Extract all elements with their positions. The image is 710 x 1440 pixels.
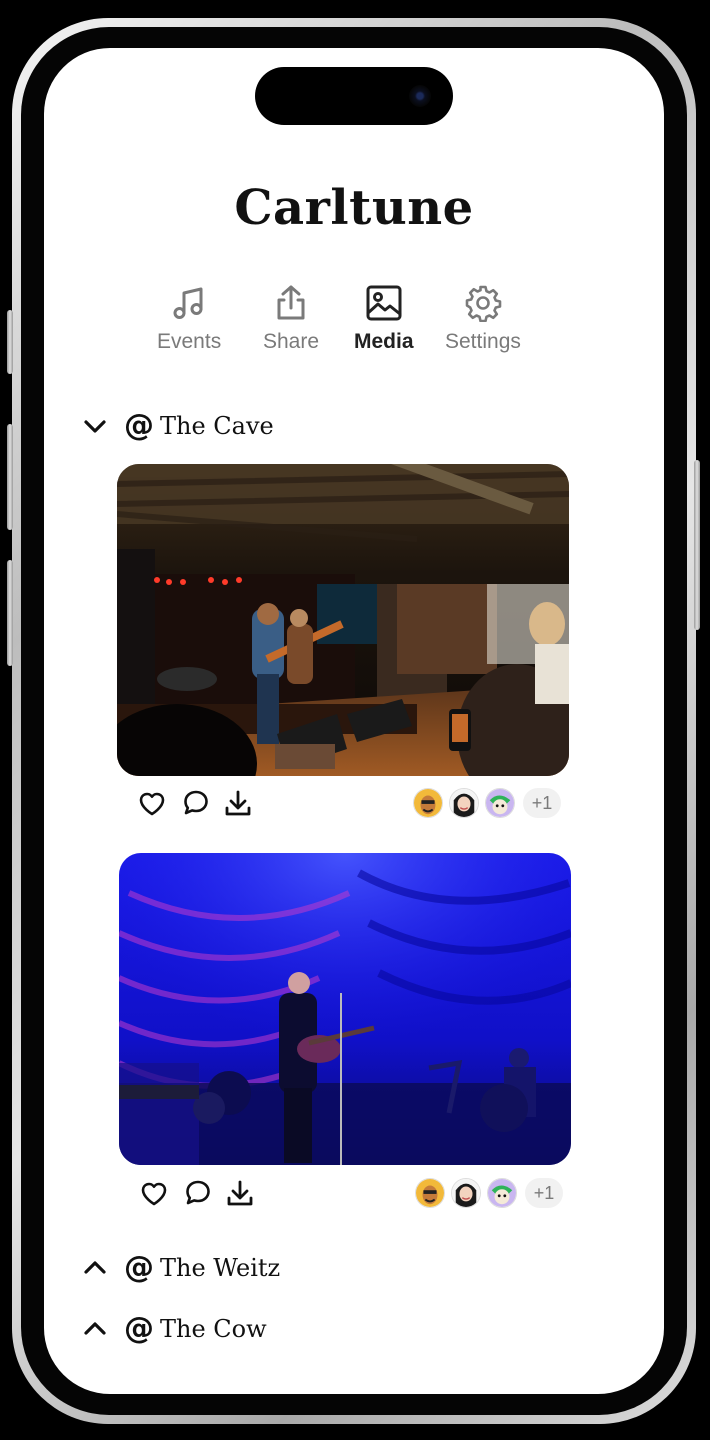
share-icon (277, 285, 305, 320)
gear-icon (465, 285, 502, 322)
image-icon (366, 285, 402, 321)
heart-icon[interactable] (137, 788, 167, 818)
heart-icon[interactable] (139, 1178, 169, 1208)
tab-media-label: Media (354, 330, 414, 353)
tab-settings-label: Settings (445, 330, 521, 353)
venue-name: The Cave (160, 411, 274, 440)
viewer-avatar (449, 788, 479, 818)
app-title: Carltune (234, 180, 474, 236)
more-viewers-count[interactable]: +1 (523, 788, 561, 818)
chevron-down-icon (84, 419, 106, 433)
action-button (7, 310, 13, 374)
tab-events[interactable]: Events (157, 284, 221, 354)
at-symbol: @ (124, 408, 154, 443)
section-the-weitz[interactable]: @ The Weitz (82, 1250, 280, 1285)
camera-icon (409, 85, 431, 107)
volume-up-button (7, 424, 13, 530)
power-button (694, 460, 700, 630)
media-photo[interactable] (119, 853, 571, 1165)
chevron-up-icon (84, 1321, 106, 1335)
music-note-icon (173, 287, 203, 319)
viewer-avatar (415, 1178, 445, 1208)
section-the-cave[interactable]: @ The Cave (82, 408, 274, 443)
venue-name: The Weitz (160, 1253, 281, 1282)
more-viewers-count[interactable]: +1 (525, 1178, 563, 1208)
download-icon[interactable] (225, 1178, 255, 1208)
photo-actions: +1 (139, 1178, 591, 1208)
tab-media[interactable]: Media (354, 284, 414, 354)
concert-photo-blue-stage (119, 853, 571, 1165)
viewer-avatar (485, 788, 515, 818)
venue-name: The Cow (160, 1314, 267, 1343)
at-symbol: @ (124, 1250, 154, 1285)
media-photo[interactable] (117, 464, 569, 776)
viewer-avatar (451, 1178, 481, 1208)
viewer-avatar (413, 788, 443, 818)
at-symbol: @ (124, 1311, 154, 1346)
tab-share-label: Share (263, 330, 320, 353)
section-the-cow[interactable]: @ The Cow (82, 1311, 267, 1346)
dynamic-island (255, 67, 453, 125)
viewer-avatar (487, 1178, 517, 1208)
tab-settings[interactable]: Settings (445, 284, 521, 354)
comment-icon[interactable] (181, 788, 211, 818)
chevron-up-icon (84, 1260, 106, 1274)
comment-icon[interactable] (183, 1178, 213, 1208)
download-icon[interactable] (223, 788, 253, 818)
volume-down-button (7, 560, 13, 666)
tab-share[interactable]: Share (263, 284, 319, 354)
app-screen: Carltune Events Share Media Settings @ T… (44, 48, 664, 1394)
concert-photo-small-stage (117, 464, 569, 776)
photo-actions: +1 (137, 788, 589, 818)
tab-bar: Events Share Media Settings (44, 284, 664, 364)
tab-events-label: Events (157, 330, 222, 353)
